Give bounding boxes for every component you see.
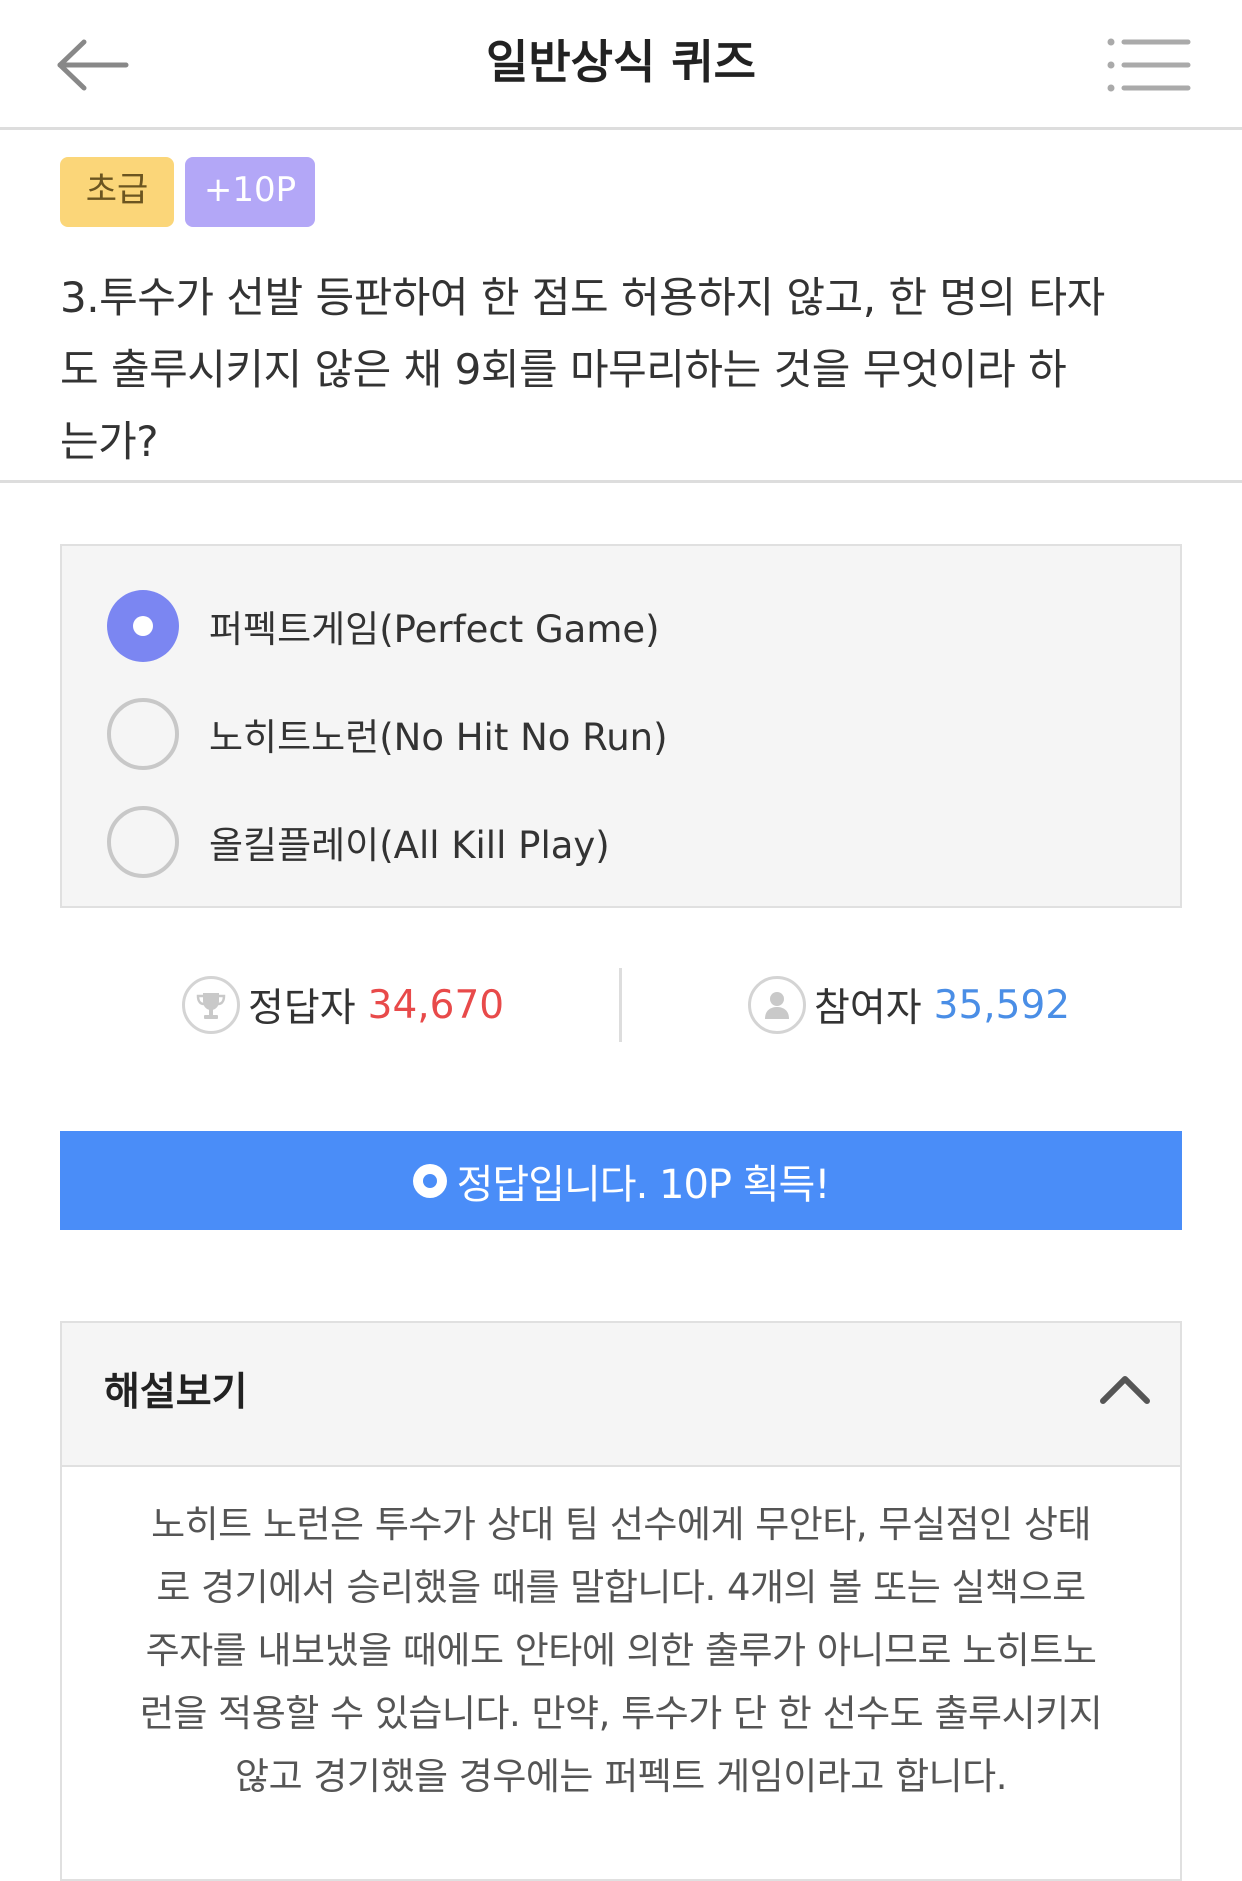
answer-options: 퍼펙트게임(Perfect Game) 노히트노런(No Hit No Run)… <box>60 544 1182 908</box>
correct-label: 정답자 <box>248 986 356 1031</box>
check-circle-icon <box>412 1163 447 1198</box>
question-line: 도 출루시키지 않은 채 9회를 마무리하는 것을 무엇이라 하 <box>60 345 1067 394</box>
user-icon <box>748 976 806 1034</box>
top-bar: 일반상식 퀴즈 <box>0 0 1242 130</box>
trophy-icon <box>182 976 240 1034</box>
chevron-up-icon[interactable] <box>1098 1371 1152 1407</box>
radio-icon[interactable] <box>107 698 179 770</box>
option-no-hit-no-run[interactable]: 노히트노런(No Hit No Run) <box>107 696 668 772</box>
option-all-kill-play[interactable]: 올킬플레이(All Kill Play) <box>107 804 610 880</box>
question-line: 3.투수가 선발 등판하여 한 점도 허용하지 않고, 한 명의 타자 <box>60 273 1105 322</box>
option-label: 올킬플레이(All Kill Play) <box>209 824 610 867</box>
menu-button[interactable] <box>1106 30 1192 100</box>
explanation-panel: 해설보기 노히트 노런은 투수가 상대 팀 선수에게 무안타, 무실점인 상태 … <box>60 1321 1182 1881</box>
option-label: 퍼펙트게임(Perfect Game) <box>209 608 660 651</box>
explanation-line: 주자를 내보냈을 때에도 안타에 의한 출루가 아니므로 노히트노 <box>145 1629 1097 1672</box>
explanation-line: 로 경기에서 승리했을 때를 말합니다. 4개의 볼 또는 실책으로 <box>156 1566 1086 1609</box>
explanation-line: 않고 경기했을 경우에는 퍼펙트 게임이라고 합니다. <box>235 1755 1007 1798</box>
stats-divider <box>619 968 622 1042</box>
result-banner: 정답입니다. 10P 획득! <box>60 1131 1182 1230</box>
correct-count: 34,670 <box>367 982 505 1028</box>
explanation-line: 런을 적용할 수 있습니다. 만약, 투수가 단 한 선수도 출루시키지 <box>139 1692 1103 1735</box>
question-text: 3.투수가 선발 등판하여 한 점도 허용하지 않고, 한 명의 타자 도 출루… <box>60 262 1190 478</box>
participant-count-stat: 참여자 35,592 <box>748 965 1070 1045</box>
explanation-line: 노히트 노런은 투수가 상대 팀 선수에게 무안타, 무실점인 상태 <box>151 1503 1091 1546</box>
option-label: 노히트노런(No Hit No Run) <box>209 716 668 759</box>
participants-count: 35,592 <box>933 982 1071 1028</box>
list-menu-icon <box>1107 38 1191 92</box>
level-badge: 초급 <box>60 157 174 227</box>
correct-count-stat: 정답자 34,670 <box>182 965 504 1045</box>
radio-selected-icon[interactable] <box>107 590 179 662</box>
option-perfect-game[interactable]: 퍼펙트게임(Perfect Game) <box>107 588 660 664</box>
points-badge: +10P <box>185 157 315 227</box>
explanation-text: 노히트 노런은 투수가 상대 팀 선수에게 무안타, 무실점인 상태 로 경기에… <box>82 1493 1160 1808</box>
question-line: 는가? <box>60 417 159 466</box>
explanation-toggle[interactable]: 해설보기 <box>62 1323 1180 1467</box>
result-text: 정답입니다. 10P 획득! <box>456 1161 831 1208</box>
page-title: 일반상식 퀴즈 <box>486 35 756 89</box>
divider <box>0 480 1242 483</box>
participants-label: 참여자 <box>814 986 922 1031</box>
explanation-title: 해설보기 <box>104 1370 248 1415</box>
radio-icon[interactable] <box>107 806 179 878</box>
quiz-badges: 초급 +10P <box>60 157 315 227</box>
